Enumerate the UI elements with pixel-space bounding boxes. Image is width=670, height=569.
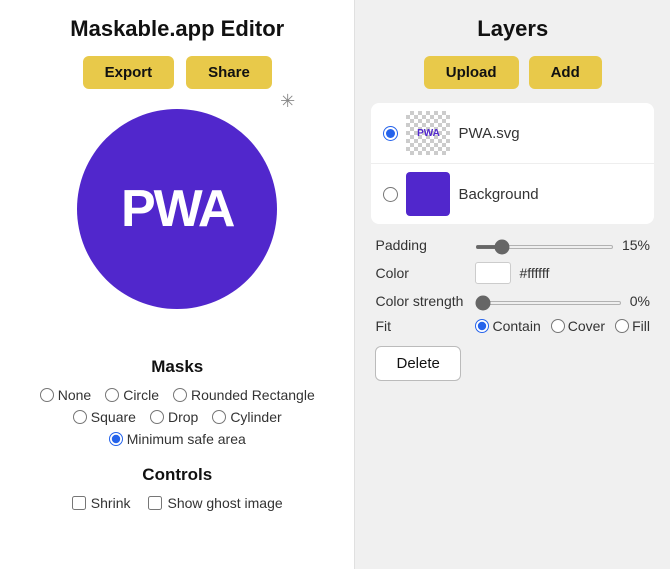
layer-thumb-svg: PWA bbox=[406, 111, 450, 155]
padding-value: 15% bbox=[622, 237, 650, 253]
layer-name-svg: PWA.svg bbox=[458, 125, 519, 142]
layers-toolbar: Upload Add bbox=[371, 56, 654, 89]
layer-radio-svg[interactable] bbox=[383, 126, 398, 141]
pwa-icon-text: PWA bbox=[121, 179, 233, 239]
controls-section: Controls Shrink Show ghost image bbox=[20, 465, 334, 511]
color-strength-label: Color strength bbox=[375, 293, 475, 309]
icon-preview: PWA bbox=[77, 109, 277, 309]
share-button[interactable]: Share bbox=[186, 56, 272, 89]
padding-label: Padding bbox=[375, 237, 475, 253]
mask-minimum-safe-area[interactable]: Minimum safe area bbox=[109, 431, 246, 447]
color-row: Color #ffffff bbox=[375, 262, 650, 284]
properties-panel: Padding 15% Color #ffffff Color strength… bbox=[371, 236, 654, 381]
masks-title: Masks bbox=[151, 357, 203, 377]
padding-slider-wrap bbox=[475, 236, 613, 254]
left-panel: Maskable.app Editor Export Share ✳ PWA M… bbox=[0, 0, 355, 569]
color-strength-slider[interactable] bbox=[475, 301, 621, 305]
app-title: Maskable.app Editor bbox=[70, 16, 284, 42]
fit-fill[interactable]: Fill bbox=[615, 318, 650, 334]
mask-options: None Circle Rounded Rectangle Square Dro… bbox=[20, 387, 334, 447]
color-hex: #ffffff bbox=[519, 265, 549, 281]
fit-options: Contain Cover Fill bbox=[475, 318, 650, 334]
right-panel: Layers Upload Add PWA PWA.svg Background bbox=[355, 0, 670, 569]
controls-options: Shrink Show ghost image bbox=[72, 495, 283, 511]
toolbar: Export Share bbox=[83, 56, 272, 89]
padding-slider[interactable] bbox=[475, 245, 613, 249]
ghost-control[interactable]: Show ghost image bbox=[148, 495, 282, 511]
padding-row: Padding 15% bbox=[375, 236, 650, 254]
shrink-control[interactable]: Shrink bbox=[72, 495, 131, 511]
layer-item-svg[interactable]: PWA PWA.svg bbox=[371, 103, 654, 164]
mask-rounded-rectangle[interactable]: Rounded Rectangle bbox=[173, 387, 315, 403]
controls-title: Controls bbox=[142, 465, 212, 485]
layers-title: Layers bbox=[371, 16, 654, 42]
layer-item-background[interactable]: Background bbox=[371, 164, 654, 224]
mask-square[interactable]: Square bbox=[73, 409, 136, 425]
delete-button[interactable]: Delete bbox=[375, 346, 460, 381]
color-strength-slider-wrap bbox=[475, 292, 621, 310]
layer-name-background: Background bbox=[458, 186, 538, 203]
mask-circle[interactable]: Circle bbox=[105, 387, 159, 403]
layer-radio-background[interactable] bbox=[383, 187, 398, 202]
layer-thumb-background bbox=[406, 172, 450, 216]
fit-label: Fit bbox=[375, 318, 475, 334]
color-label: Color bbox=[375, 265, 475, 281]
upload-button[interactable]: Upload bbox=[424, 56, 519, 89]
masks-section: Masks None Circle Rounded Rectangle Squa… bbox=[20, 357, 334, 447]
color-strength-row: Color strength 0% bbox=[375, 292, 650, 310]
mask-drop[interactable]: Drop bbox=[150, 409, 198, 425]
export-button[interactable]: Export bbox=[83, 56, 175, 89]
mask-none[interactable]: None bbox=[40, 387, 91, 403]
color-swatch[interactable] bbox=[475, 262, 511, 284]
color-strength-value: 0% bbox=[630, 293, 650, 309]
fit-row: Fit Contain Cover Fill bbox=[375, 318, 650, 334]
sun-icon: ✳ bbox=[280, 91, 295, 112]
add-button[interactable]: Add bbox=[529, 56, 602, 89]
fit-contain[interactable]: Contain bbox=[475, 318, 540, 334]
layers-list: PWA PWA.svg Background bbox=[371, 103, 654, 224]
mask-cylinder[interactable]: Cylinder bbox=[212, 409, 281, 425]
fit-cover[interactable]: Cover bbox=[551, 318, 605, 334]
